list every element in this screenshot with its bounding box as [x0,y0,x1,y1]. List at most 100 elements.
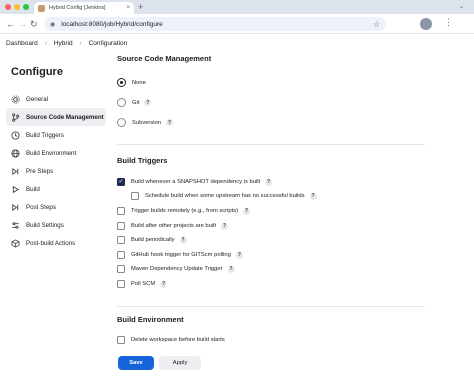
sidebar-item-post-steps[interactable]: Post Steps [6,198,106,216]
reload-icon[interactable]: ↻ [30,18,38,30]
trigger-poll-scm[interactable]: Poll SCM ? [117,280,168,288]
checkbox[interactable] [117,236,125,244]
help-icon[interactable]: ? [227,265,235,273]
sidebar-item-post-build-actions[interactable]: Post-build Actions [6,234,106,252]
forward-step-icon [11,167,20,176]
env-delete-workspace[interactable]: Delete workspace before build starts [117,336,225,344]
option-label: Build periodically [131,237,175,243]
sidebar-item-general[interactable]: General [6,90,106,108]
close-window-button[interactable] [5,4,11,10]
help-icon[interactable]: ? [179,236,187,244]
sidebar-item-label: Build Settings [26,221,64,229]
checkbox[interactable] [117,222,125,230]
section-title-build-environment: Build Environment [117,315,184,324]
checkbox[interactable] [117,265,125,273]
trigger-periodically[interactable]: Build periodically ? [117,236,187,244]
trigger-schedule-upstream[interactable]: Schedule build when some upstream has no… [131,192,317,200]
gear-icon [11,95,20,104]
option-label: Schedule build when some upstream has no… [145,193,305,199]
trigger-github-hook[interactable]: GitHub hook trigger for GITScm polling ? [117,251,243,259]
trigger-snapshot-dependency[interactable]: Build whenever a SNAPSHOT dependency is … [117,178,273,186]
chevron-right-icon: › [44,40,47,47]
help-icon[interactable]: ? [235,251,243,259]
config-form: Source Code Management None Git ? Subver… [117,52,427,347]
sidebar-item-label: Post Steps [26,203,56,211]
scm-option-git[interactable]: Git ? [117,98,152,107]
breadcrumb: Dashboard › Hybrid › Configuration [0,35,474,52]
help-icon[interactable]: ? [166,119,174,126]
browser-tab-bar: Hybrid Config [Jenkins] × + ⌄ [0,0,474,14]
radio-subversion[interactable] [117,118,126,127]
checkbox[interactable] [117,251,125,259]
sidebar-item-build-triggers[interactable]: Build Triggers [6,126,106,144]
checkbox[interactable] [131,192,139,200]
checkbox[interactable] [117,280,125,288]
breadcrumb-dashboard[interactable]: Dashboard [6,40,38,47]
minimize-window-button[interactable] [14,4,20,10]
checkbox[interactable] [117,207,125,215]
option-label: Maven Dependency Update Trigger [131,266,223,272]
tab-close-icon[interactable]: × [126,5,130,11]
url-text[interactable]: localhost:8080/job/Hybrid/configure [61,21,373,28]
maximize-window-button[interactable] [23,4,29,10]
apply-button[interactable]: Apply [159,356,201,370]
option-label: Trigger builds remotely (e.g., from scri… [131,208,239,214]
menu-icon[interactable]: ⋮ [444,17,453,28]
breadcrumb-hybrid[interactable]: Hybrid [54,40,73,47]
radio-git[interactable] [117,98,126,107]
globe-icon [11,148,20,158]
forward-icon[interactable]: → [18,18,27,30]
trigger-maven-dependency-update[interactable]: Maven Dependency Update Trigger ? [117,265,235,273]
bottom-action-bar [0,348,474,376]
browser-tab[interactable]: Hybrid Config [Jenkins] × [34,2,134,14]
breadcrumb-configuration[interactable]: Configuration [89,40,128,47]
save-button[interactable]: Save [118,356,154,370]
sidebar-item-label: Build Triggers [26,131,64,139]
scm-option-subversion[interactable]: Subversion ? [117,118,174,127]
sidebar-item-build-environment[interactable]: Build Environment [6,144,106,162]
sidebar-item-source-code-management[interactable]: Source Code Management [6,108,106,126]
sidebar-item-pre-steps[interactable]: Pre Steps [6,162,106,180]
help-icon[interactable]: ? [221,222,229,230]
chevron-right-icon: › [79,40,82,47]
sidebar-item-label: Pre Steps [26,167,54,175]
option-label: GitHub hook trigger for GITScm polling [131,252,231,258]
trigger-remote[interactable]: Trigger builds remotely (e.g., from scri… [117,207,251,215]
site-info-icon[interactable]: ◉ [50,21,55,28]
section-divider [117,306,425,307]
browser-toolbar: ← → ↻ ◉ localhost:8080/job/Hybrid/config… [0,14,474,34]
jenkins-favicon-icon [38,4,45,12]
radio-none[interactable] [117,78,126,87]
sidebar-item-label: General [26,95,49,103]
tab-search-icon[interactable]: ⌄ [459,3,464,10]
trigger-after-other-projects[interactable]: Build after other projects are built ? [117,222,229,230]
help-icon[interactable]: ? [160,280,168,288]
sidebar-item-label: Build Environment [26,149,77,157]
option-label: None [132,79,146,86]
page-title: Configure [11,66,63,78]
section-divider [117,144,425,145]
sidebar-item-label: Source Code Management [26,113,104,121]
help-icon[interactable]: ? [265,178,273,186]
back-icon[interactable]: ← [6,18,15,30]
sidebar-item-build[interactable]: Build [6,180,106,198]
section-title-scm: Source Code Management [117,54,212,63]
star-icon[interactable]: ☆ [373,20,380,29]
branch-icon [11,112,20,122]
sidebar-item-label: Build [26,185,40,193]
help-icon[interactable]: ? [243,207,251,215]
sidebar-item-build-settings[interactable]: Build Settings [6,216,106,234]
new-tab-button[interactable]: + [138,2,143,12]
checkbox-checked[interactable] [117,178,125,186]
tab-title: Hybrid Config [Jenkins] [49,5,106,11]
section-title-build-triggers: Build Triggers [117,156,168,165]
help-icon[interactable]: ? [144,99,152,106]
help-icon[interactable]: ? [309,192,317,200]
forward-step-icon [11,203,20,212]
clock-icon [11,130,20,140]
address-bar[interactable]: ◉ localhost:8080/job/Hybrid/configure ☆ [44,17,386,31]
scm-option-none[interactable]: None [117,78,146,87]
profile-avatar[interactable] [420,18,432,30]
settings-icon [11,221,20,230]
checkbox[interactable] [117,336,125,344]
